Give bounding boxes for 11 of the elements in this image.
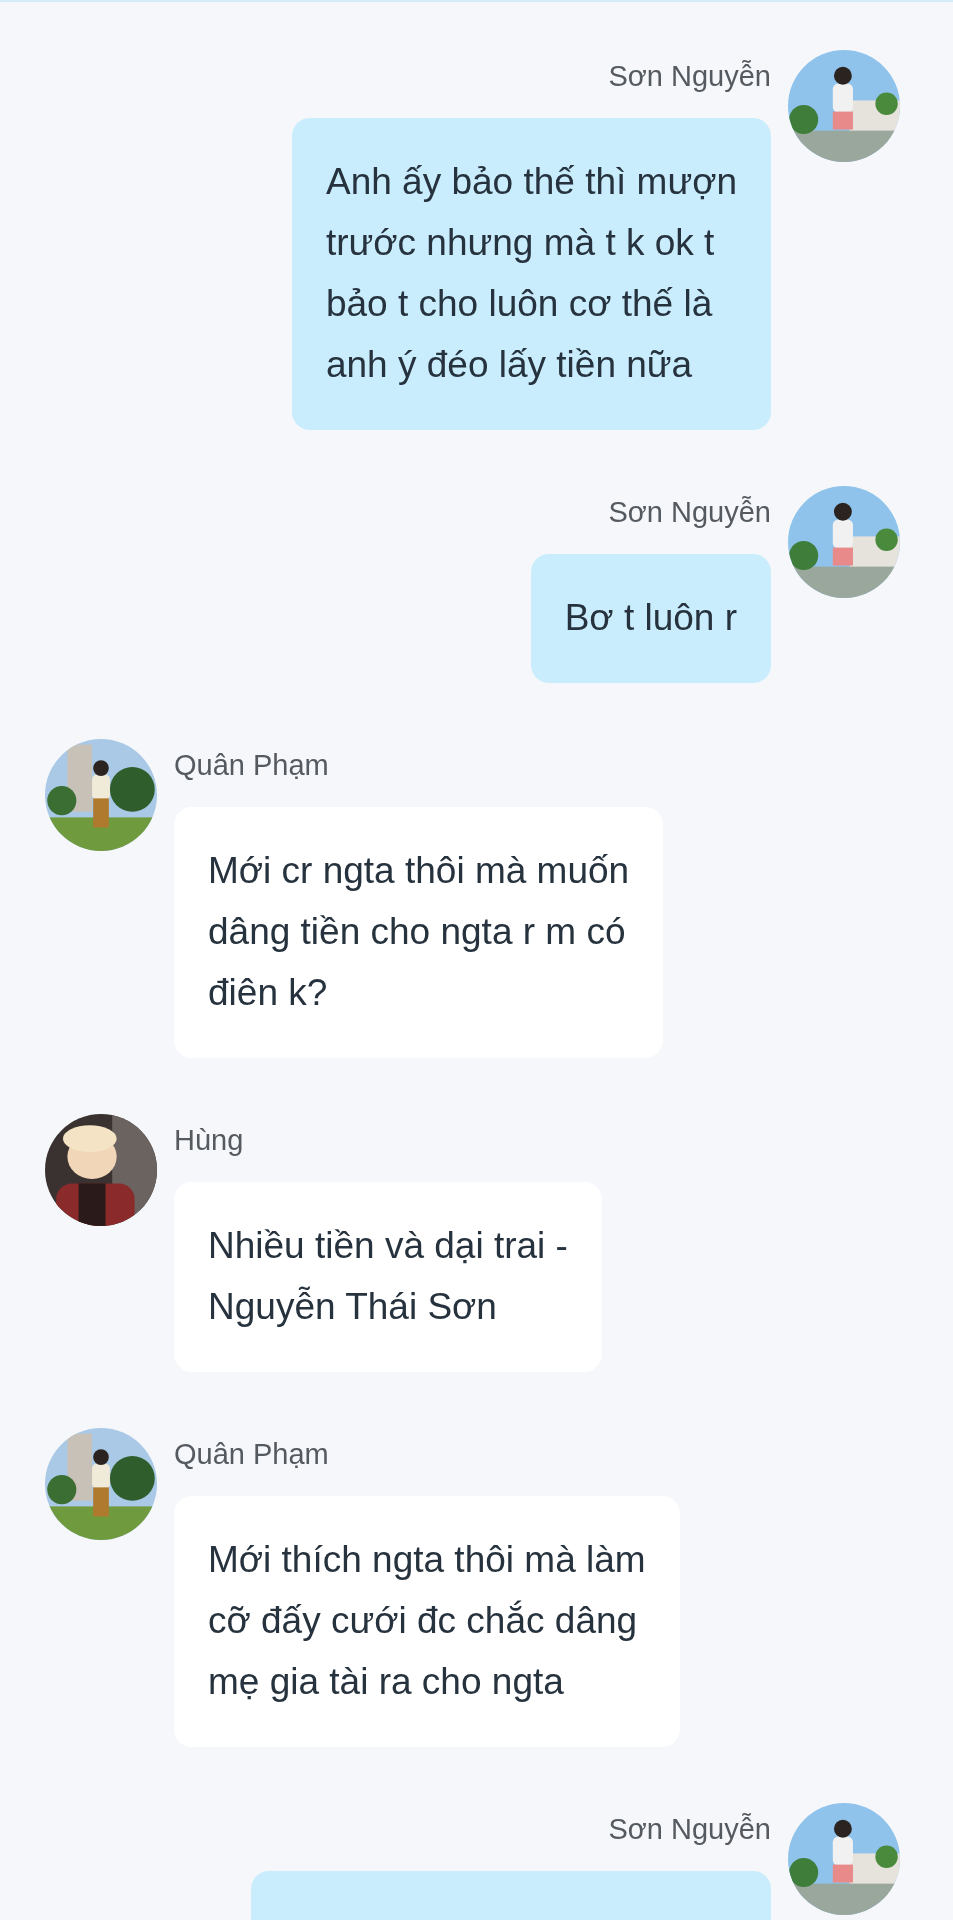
message-bubble: Mới cr ngta thôi mà muốn dâng tiền cho ngta r m có điên k?	[174, 807, 664, 1058]
message-bubble: Bơ t luôn r	[530, 554, 771, 683]
sender-name: Sơn Nguyễn	[608, 1812, 771, 1847]
message-bubble: Anh ấy bảo thế thì mượn trước nhưng mà t k ok t bảo t cho luôn cơ thế là anh ý đéo lấy tiền nữa	[291, 118, 771, 430]
sender-name: Sơn Nguyễn	[608, 495, 771, 530]
sender-name: Quân Phạm	[174, 1437, 329, 1472]
sender-name: Sơn Nguyễn	[608, 59, 771, 94]
message-bubble: Nhiều tiền và dại trai - Nguyễn Thái Sơn	[174, 1182, 602, 1372]
sender-name: Hùng	[174, 1123, 244, 1158]
message-bubble: Mới thích ngta thôi mà làm cỡ đấy cưới đc chắc dâng mẹ gia tài ra cho ngta	[174, 1496, 680, 1747]
sender-name: Quân Phạm	[174, 748, 329, 783]
